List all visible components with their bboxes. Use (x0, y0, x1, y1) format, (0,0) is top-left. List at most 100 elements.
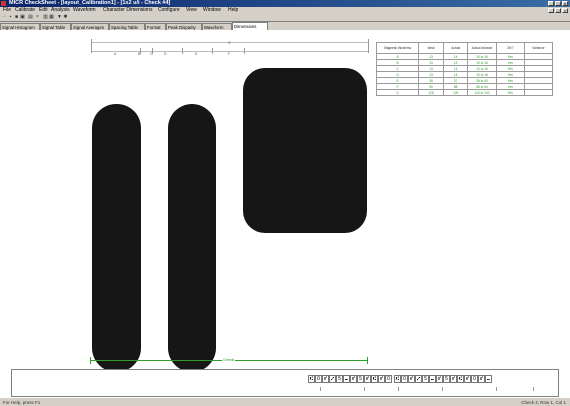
print-icon[interactable]: ▣ (20, 15, 25, 20)
table-cell: 110 to 130 (467, 89, 497, 96)
app-icon (1, 1, 6, 6)
sequence-char-cell[interactable]: ⑈ (478, 375, 485, 383)
column-header: Variance (523, 42, 554, 54)
copy-icon[interactable]: ▥ (43, 15, 48, 20)
dimension-label-g: G (228, 41, 231, 45)
sequence-char-cell[interactable]: ⑈ (450, 375, 457, 383)
filter-icon[interactable]: ▼ (57, 15, 62, 20)
dimension-label-d: D (164, 52, 167, 56)
doc-maximize-button[interactable]: □ (555, 8, 561, 13)
sequence-char-cell[interactable]: ⑈ (464, 375, 471, 383)
menu-help[interactable]: Help (228, 7, 238, 14)
menu-calibrate[interactable]: Calibrate (15, 7, 35, 14)
table-cell (523, 89, 554, 96)
minimize-button[interactable]: _ (548, 1, 554, 6)
menu-view[interactable]: View (186, 7, 197, 14)
glyph-bar-left (92, 104, 141, 372)
tab-spacing-table[interactable]: Spacing Table (109, 23, 145, 30)
tab-waveform[interactable]: Waveform (202, 23, 232, 30)
sequence-char-cell[interactable]: ⑆ (371, 375, 378, 383)
dimension-label-a: A (114, 52, 117, 56)
maximize-button[interactable]: □ (555, 1, 561, 6)
sequence-char-cell[interactable]: 5 (443, 375, 450, 383)
sequence-char-cell[interactable]: 0 (385, 375, 392, 383)
dimension-tick (244, 48, 245, 54)
table-header-row: Magnetic thickness Ideal Actual Actual a… (375, 42, 554, 54)
table-row: G 128 126 110 to 130 Yes (375, 89, 554, 96)
menu-analysis[interactable]: Analysis (51, 7, 70, 14)
sequence-char-cell[interactable]: ⑉ (429, 375, 436, 383)
preview-icon[interactable]: ▤ (28, 15, 33, 20)
menu-file[interactable]: File (3, 7, 11, 14)
character-sequence-panel: ⑆ 0 ⑈ ⑇ 5 ⑉ ⑈ 5 ⑈ ⑆ ⑈ 0 ⑆ 0 ⑈ ⑇ 5 ⑉ ⑈ 5 ⑈ ⑆ ⑈ 0 ⑈ ⑉ (11, 369, 559, 397)
glyph-bar-middle (168, 104, 216, 372)
tab-signal-histogram[interactable]: Signal Histogram (0, 23, 40, 30)
dimension-label-f: F (228, 52, 231, 56)
status-text: For Help, press F1 (3, 400, 41, 405)
dimension-tick (91, 39, 92, 53)
sequence-char-cell[interactable]: 5 (357, 375, 364, 383)
new-icon[interactable]: ▫ (2, 15, 7, 20)
menu-configure[interactable]: Configure (158, 7, 180, 14)
column-header: Actual (442, 42, 469, 54)
menu-bar: File Calibrate Edit Analysis Waveform Ch… (0, 7, 570, 14)
sequence-char-cell[interactable]: ⑈ (364, 375, 371, 383)
position-marker (496, 387, 497, 391)
overall-tick-right (367, 357, 368, 364)
dimension-tick (212, 48, 213, 54)
tab-signal-table[interactable]: Signal Table (40, 23, 71, 30)
dimension-label-b: B (138, 52, 141, 56)
sequence-char-cell[interactable]: ⑇ (329, 375, 336, 383)
paste-icon[interactable]: ▦ (49, 15, 54, 20)
tab-signal-averages[interactable]: Signal Averages (71, 23, 109, 30)
column-header: Actual allowed (467, 42, 497, 54)
doc-close-button[interactable]: × (562, 8, 568, 13)
position-marker (364, 387, 365, 391)
sequence-char-cell[interactable]: 0 (315, 375, 322, 383)
sequence-char-cell[interactable]: ⑆ (394, 375, 401, 383)
menu-window[interactable]: Window (203, 7, 221, 14)
menu-edit[interactable]: Edit (39, 7, 48, 14)
menu-waveform[interactable]: Waveform (73, 7, 96, 14)
position-marker (442, 387, 443, 391)
delete-icon[interactable]: × (35, 15, 40, 20)
sequence-char-cell[interactable]: ⑈ (322, 375, 329, 383)
window-title: MICR CheckSheet - [layout_Calibration1] … (9, 0, 171, 6)
table-cell: 128 (418, 89, 444, 96)
settings-icon[interactable]: ✱ (63, 15, 68, 20)
dimension-label-c: C (150, 52, 153, 56)
doc-minimize-button[interactable]: _ (548, 8, 554, 13)
menu-character-dimensions[interactable]: Character Dimensions (103, 7, 152, 14)
sequence-char-cell[interactable]: ⑈ (408, 375, 415, 383)
column-header: Magnetic thickness (375, 42, 420, 54)
tab-format[interactable]: Format (145, 23, 166, 30)
sequence-char-cell[interactable]: ⑈ (378, 375, 385, 383)
title-bar: MICR CheckSheet - [layout_Calibration1] … (0, 0, 570, 7)
tab-dimensions[interactable]: Dimensions (232, 22, 268, 30)
sequence-char-cell[interactable]: 5 (422, 375, 429, 383)
dimension-tick (182, 48, 183, 54)
sequence-char-cell[interactable]: ⑈ (350, 375, 357, 383)
document-controls: _ □ × (548, 8, 568, 13)
sequence-char-cell[interactable]: ⑆ (457, 375, 464, 383)
glyph-block-right (243, 68, 367, 233)
sequence-char-cell[interactable]: 0 (401, 375, 408, 383)
position-marker (398, 387, 399, 391)
status-position: Check 4, Row 1, Col 1 (521, 400, 566, 405)
sequence-char-cell[interactable]: 0 (471, 375, 478, 383)
toolbar: ▫ ▪ ■ ▣ ▤ × ▥ ▦ ▼ ✱ (0, 14, 570, 22)
sequence-char-cell[interactable]: ⑈ (436, 375, 443, 383)
close-button[interactable]: × (562, 1, 568, 6)
sequence-char-cell[interactable]: ⑆ (308, 375, 315, 383)
open-icon[interactable]: ▪ (8, 15, 13, 20)
sequence-char-cell[interactable]: ⑉ (485, 375, 492, 383)
dimension-label-e: E (195, 52, 198, 56)
save-icon[interactable]: ■ (14, 15, 19, 20)
tab-peak-disparity[interactable]: Peak Disparity (166, 23, 202, 30)
sequence-char-cell[interactable]: ⑇ (415, 375, 422, 383)
sequence-char-cell[interactable]: 5 (336, 375, 343, 383)
sequence-char-cell[interactable]: ⑉ (343, 375, 350, 383)
position-marker (320, 387, 321, 391)
table-cell: Yes (495, 89, 525, 96)
results-table: Magnetic thickness Ideal Actual Actual a… (375, 42, 554, 96)
